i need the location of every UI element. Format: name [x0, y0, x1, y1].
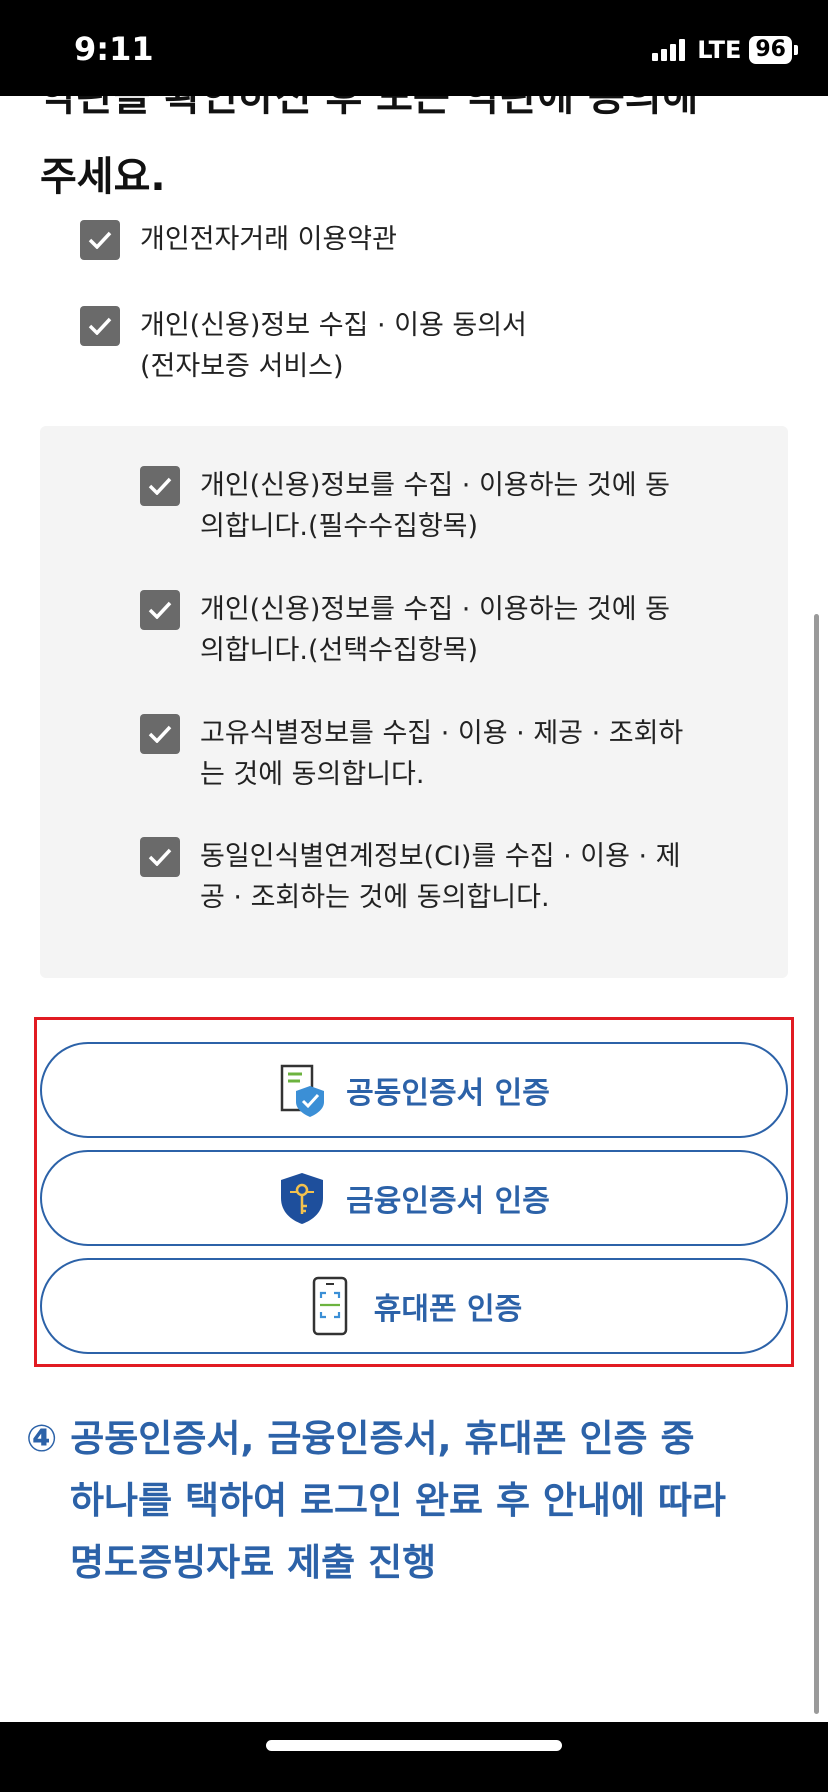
- checkmark-icon: [88, 317, 112, 335]
- sub-agreement-unique-id[interactable]: 고유식별정보를 수집 · 이용 · 제공 · 조회하 는 것에 동의합니다.: [140, 714, 683, 795]
- agreement-item-electronic-transaction[interactable]: 개인전자거래 이용약관: [80, 220, 397, 260]
- auth-button-label: 공동인증서 인증: [346, 1076, 550, 1111]
- auth-button-label: 금융인증서 인증: [346, 1184, 550, 1219]
- agreement-label-line2: (전자보증 서비스): [140, 351, 344, 382]
- status-indicators: LTE 96: [652, 36, 798, 64]
- status-time: 9:11: [74, 30, 154, 68]
- checkbox-checked[interactable]: [140, 837, 180, 877]
- checkmark-icon: [148, 725, 172, 743]
- key-shield-icon: [278, 1170, 326, 1226]
- mobile-phone-icon: [306, 1276, 354, 1336]
- sub-agreement-line1: 동일인식별연계정보(CI)를 수집 · 이용 · 제: [200, 841, 681, 872]
- instruction-line1: ④ 공동인증서, 금융인증서, 휴대폰 인증 중: [26, 1417, 695, 1460]
- sub-agreement-line2: 의합니다.(필수수집항목): [200, 511, 479, 542]
- auth-button-label: 휴대폰 인증: [373, 1292, 523, 1327]
- bottom-safe-area: [0, 1722, 828, 1792]
- battery-level: 96: [749, 36, 792, 64]
- sub-agreement-label: 개인(신용)정보를 수집 · 이용하는 것에 동 의합니다.(필수수집항목): [200, 465, 670, 547]
- sub-agreement-label: 개인(신용)정보를 수집 · 이용하는 것에 동 의합니다.(선택수집항목): [200, 589, 670, 671]
- sub-agreement-line2: 의합니다.(선택수집항목): [200, 635, 479, 666]
- certificate-document-icon: [278, 1062, 326, 1118]
- status-bar: 9:11 LTE 96: [0, 0, 828, 96]
- terms-heading-partial: 약관을 확인하신 후 모든 약관에 동의해: [40, 96, 699, 120]
- instruction-caption: ④ 공동인증서, 금융인증서, 휴대폰 인증 중 하나를 택하여 로그인 완료 …: [26, 1408, 806, 1594]
- vertical-scrollbar[interactable]: [814, 614, 819, 1714]
- sub-agreement-label: 동일인식별연계정보(CI)를 수집 · 이용 · 제 공 · 조회하는 것에 동…: [200, 836, 681, 918]
- financial-certificate-auth-button[interactable]: 금융인증서 인증: [40, 1150, 788, 1246]
- sub-agreement-required[interactable]: 개인(신용)정보를 수집 · 이용하는 것에 동 의합니다.(필수수집항목): [140, 466, 670, 547]
- agreement-item-personal-info[interactable]: 개인(신용)정보 수집 · 이용 동의서 (전자보증 서비스): [80, 306, 527, 387]
- checkbox-checked[interactable]: [80, 220, 120, 260]
- instruction-line2: 하나를 택하여 로그인 완료 후 안내에 따라: [70, 1479, 726, 1522]
- checkmark-icon: [148, 601, 172, 619]
- checkmark-icon: [148, 848, 172, 866]
- sub-agreement-line2: 는 것에 동의합니다.: [200, 759, 425, 790]
- terms-screen: 약관을 확인하신 후 모든 약관에 동의해 주세요. 개인전자거래 이용약관 개…: [0, 96, 828, 1722]
- sub-agreement-line1: 고유식별정보를 수집 · 이용 · 제공 · 조회하: [200, 718, 684, 749]
- sub-agreement-label: 고유식별정보를 수집 · 이용 · 제공 · 조회하 는 것에 동의합니다.: [200, 713, 683, 795]
- checkmark-icon: [88, 231, 112, 249]
- sub-agreement-line2: 공 · 조회하는 것에 동의합니다.: [200, 882, 550, 913]
- sub-agreement-ci[interactable]: 동일인식별연계정보(CI)를 수집 · 이용 · 제 공 · 조회하는 것에 동…: [140, 837, 681, 918]
- checkbox-checked[interactable]: [140, 590, 180, 630]
- agreement-label: 개인(신용)정보 수집 · 이용 동의서 (전자보증 서비스): [140, 305, 527, 387]
- network-type: LTE: [697, 36, 742, 64]
- checkbox-checked[interactable]: [140, 466, 180, 506]
- agreement-label: 개인전자거래 이용약관: [140, 224, 397, 255]
- home-indicator[interactable]: [266, 1740, 562, 1751]
- cellular-signal-icon: [652, 39, 686, 61]
- sub-agreement-line1: 개인(신용)정보를 수집 · 이용하는 것에 동: [200, 594, 671, 625]
- instruction-line3: 명도증빙자료 제출 진행: [70, 1541, 437, 1584]
- checkbox-checked[interactable]: [80, 306, 120, 346]
- mobile-phone-auth-button[interactable]: 휴대폰 인증: [40, 1258, 788, 1354]
- sub-agreement-optional[interactable]: 개인(신용)정보를 수집 · 이용하는 것에 동 의합니다.(선택수집항목): [140, 590, 670, 671]
- checkbox-checked[interactable]: [140, 714, 180, 754]
- terms-heading: 주세요.: [40, 154, 166, 200]
- agreement-label-line1: 개인(신용)정보 수집 · 이용 동의서: [140, 310, 527, 341]
- battery-icon: 96: [749, 36, 798, 64]
- sub-agreement-line1: 개인(신용)정보를 수집 · 이용하는 것에 동: [200, 470, 671, 501]
- joint-certificate-auth-button[interactable]: 공동인증서 인증: [40, 1042, 788, 1138]
- checkmark-icon: [148, 477, 172, 495]
